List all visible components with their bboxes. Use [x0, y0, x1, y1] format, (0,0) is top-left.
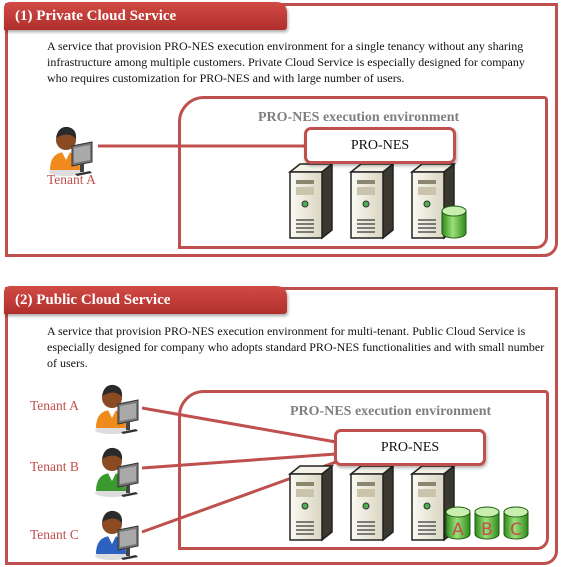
svg-text:C: C: [510, 520, 522, 540]
svg-text:A: A: [452, 520, 464, 540]
private-server-icon: [286, 160, 336, 247]
private-tenant-a-label: Tenant A: [47, 172, 96, 187]
public-server-icon: [286, 462, 336, 549]
private-server-icon: [347, 160, 397, 247]
public-tenant-b-label: Tenant B: [30, 459, 79, 474]
connector-lines: [98, 144, 337, 534]
public-database-icon-b: B: [473, 505, 501, 546]
private-database-icon: [440, 204, 468, 245]
public-server-icon: [347, 462, 397, 549]
public-tenant-c-label: Tenant C: [30, 527, 79, 542]
connector-public-tenant-a: [141, 406, 337, 444]
public-database-icon-c: C: [502, 505, 530, 546]
public-pro-nes-app-box: PRO-NES: [334, 429, 486, 466]
private-pro-nes-app-box: PRO-NES: [304, 127, 456, 164]
public-tenant-a-user-icon: [92, 380, 142, 441]
svg-text:B: B: [481, 520, 493, 540]
public-tenant-a-label: Tenant A: [30, 398, 79, 413]
public-tenant-c-user-icon: [92, 506, 142, 567]
public-database-icon-a: A: [444, 505, 472, 546]
public-tenant-b-user-icon: [92, 443, 142, 504]
